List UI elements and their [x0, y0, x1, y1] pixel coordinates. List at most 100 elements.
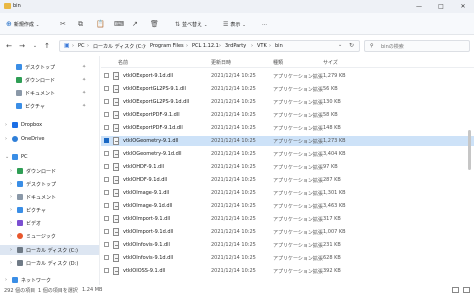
sidebar-item-downloads-quick[interactable]: ダウンロード ✦	[0, 75, 99, 85]
scrollbar-thumb[interactable]	[468, 130, 471, 170]
row-checkbox[interactable]	[104, 255, 109, 260]
table-row[interactable]: vtkIOInfovis-9.1d.dll 2021/12/14 10:25 アプリ…	[101, 253, 474, 263]
search-input[interactable]	[381, 42, 467, 51]
table-row[interactable]: vtkIOImport-9.1.dll 2021/12/14 10:25 アプリケー…	[101, 214, 474, 224]
tiles-view-button[interactable]	[463, 287, 470, 293]
up-button[interactable]: ↑	[43, 42, 51, 50]
row-checkbox[interactable]	[104, 138, 109, 143]
row-checkbox[interactable]	[104, 216, 109, 221]
sidebar-item-pictures-quick[interactable]: ピクチャ ✦	[0, 101, 99, 111]
row-checkbox[interactable]	[104, 125, 109, 130]
sidebar-item-d-drive[interactable]: › ローカル ディスク (D:)	[0, 258, 99, 268]
column-header-type[interactable]: 種類	[273, 59, 283, 66]
breadcrumb-pc[interactable]: PC	[78, 43, 85, 49]
row-checkbox[interactable]	[104, 268, 109, 273]
table-row[interactable]: vtkIOExport-9.1d.dll 2021/12/14 10:25 アプリケ…	[101, 71, 474, 81]
sidebar-item-music[interactable]: › ミュージック	[0, 231, 99, 241]
back-button[interactable]: ←	[5, 42, 13, 50]
table-row[interactable]: vtkIOHDF-9.1d.dll 2021/12/14 10:25 アプリケーショ…	[101, 175, 474, 185]
table-row[interactable]: vtkIOExportGL2PS-9.1.dll 2021/12/14 10:25…	[101, 84, 474, 94]
table-row[interactable]: vtkIOGeometry-9.1.dll 2021/12/14 10:25 アプリ…	[101, 136, 474, 146]
sidebar-item-c-drive[interactable]: › ローカル ディスク (C:)	[0, 245, 99, 255]
details-view-button[interactable]	[452, 287, 459, 293]
sidebar-item-onedrive[interactable]: › OneDrive	[0, 134, 99, 144]
chevron-right-icon: ›	[219, 43, 221, 49]
sidebar-item-videos[interactable]: › ビデオ	[0, 218, 99, 228]
share-button[interactable]: ↗	[132, 19, 138, 29]
refresh-icon[interactable]: ↻	[349, 42, 354, 49]
row-checkbox[interactable]	[104, 177, 109, 182]
recent-locations-button[interactable]: ⌄	[31, 42, 39, 50]
sidebar-item-desktop[interactable]: › デスクトップ	[0, 179, 99, 189]
row-checkbox[interactable]	[104, 229, 109, 234]
row-checkbox[interactable]	[104, 242, 109, 247]
row-checkbox[interactable]	[104, 86, 109, 91]
breadcrumb-c-drive[interactable]: ローカル ディスク (C:)	[93, 43, 145, 50]
sidebar-item-desktop-quick[interactable]: デスクトップ ✦	[0, 62, 99, 72]
more-button[interactable]: …	[262, 19, 267, 29]
breadcrumb-bin[interactable]: bin	[275, 43, 283, 49]
table-row[interactable]: vtkIOGeometry-9.1d.dll 2021/12/14 10:25 アプ…	[101, 149, 474, 159]
breadcrumb-pcl[interactable]: PCL 1.12.1	[192, 43, 219, 49]
rename-button[interactable]: ⌨	[114, 19, 124, 29]
delete-button[interactable]: 🗑	[150, 19, 159, 29]
close-button[interactable]: ✕	[452, 0, 474, 13]
breadcrumb-program-files[interactable]: Program Files	[150, 43, 184, 49]
column-header-size[interactable]: サイズ	[323, 59, 338, 66]
table-row[interactable]: vtkIOInfovis-9.1.dll 2021/12/14 10:25 アプリケ…	[101, 240, 474, 250]
file-date: 2021/12/14 10:25	[211, 73, 256, 79]
table-row[interactable]: vtkIOImage-9.1.dll 2021/12/14 10:25 アプリケーシ…	[101, 188, 474, 198]
table-row[interactable]: vtkIOIOSS-9.1.dll 2021/12/14 10:25 アプリケーショ…	[101, 266, 474, 276]
column-header-name[interactable]: 名前	[118, 59, 128, 66]
file-type: アプリケーション拡張	[273, 230, 323, 236]
chevron-right-icon: ›	[10, 220, 12, 226]
breadcrumb-3rdparty[interactable]: 3rdParty	[225, 43, 246, 49]
sidebar-item-label: ローカル ディスク (C:)	[26, 248, 78, 254]
music-icon	[17, 233, 23, 239]
file-date: 2021/12/14 10:25	[211, 242, 256, 248]
file-type: アプリケーション拡張	[273, 165, 323, 171]
sidebar-item-documents[interactable]: › ドキュメント	[0, 192, 99, 202]
row-checkbox[interactable]	[104, 151, 109, 156]
minimize-button[interactable]: —	[408, 0, 430, 13]
chevron-down-icon[interactable]: ⌄	[338, 42, 342, 48]
breadcrumb[interactable]: ▣ › PC › ローカル ディスク (C:) › Program Files …	[59, 40, 360, 52]
file-type: アプリケーション拡張	[273, 152, 323, 158]
sidebar-item-pc[interactable]: ⌄ PC	[0, 152, 99, 162]
row-checkbox[interactable]	[104, 164, 109, 169]
sidebar-item-network[interactable]: › ネットワーク	[0, 275, 99, 285]
copy-button[interactable]: ⧉	[78, 19, 83, 29]
sidebar-item-pictures[interactable]: › ピクチャ	[0, 205, 99, 215]
column-header-date[interactable]: 更新日時	[211, 59, 231, 66]
row-checkbox[interactable]	[104, 190, 109, 195]
view-button[interactable]: ☰ 表示 ⌄	[223, 19, 246, 29]
table-row[interactable]: vtkIOExportPDF-9.1.dll 2021/12/14 10:25 アプ…	[101, 110, 474, 120]
sidebar-item-documents-quick[interactable]: ドキュメント ✦	[0, 88, 99, 98]
table-row[interactable]: vtkIOImage-9.1d.dll 2021/12/14 10:25 アプリケー…	[101, 201, 474, 211]
row-checkbox[interactable]	[104, 112, 109, 117]
vertical-scrollbar[interactable]	[468, 70, 471, 280]
file-date: 2021/12/14 10:25	[211, 138, 256, 144]
maximize-button[interactable]: □	[430, 0, 452, 13]
breadcrumb-vtk[interactable]: VTK	[257, 43, 267, 49]
table-row[interactable]: vtkIOImport-9.1d.dll 2021/12/14 10:25 アプリケ…	[101, 227, 474, 237]
row-checkbox[interactable]	[104, 203, 109, 208]
file-type: アプリケーション拡張	[273, 204, 323, 210]
rename-icon: ⌨	[114, 20, 125, 28]
search-box[interactable]: ⚲	[364, 40, 470, 52]
row-checkbox[interactable]	[104, 99, 109, 104]
new-button[interactable]: ⊕ 新規作成 ⌄	[6, 19, 39, 29]
table-row[interactable]: vtkIOHDF-9.1.dll 2021/12/14 10:25 アプリケーション…	[101, 162, 474, 172]
table-row[interactable]: vtkIOExportGL2PS-9.1d.dll 2021/12/14 10:2…	[101, 97, 474, 107]
command-bar: ⊕ 新規作成 ⌄ ✂ ⧉ 📋 ⌨ ↗ 🗑 ⇅ 並べ替え ⌄ ☰ 表示 ⌄ …	[0, 13, 474, 35]
paste-button[interactable]: 📋	[96, 19, 105, 29]
file-name: vtkIOInfovis-9.1d.dll	[123, 255, 174, 261]
cut-button[interactable]: ✂	[60, 19, 66, 29]
file-size: 3,463 KB	[323, 203, 346, 209]
forward-button[interactable]: →	[18, 42, 26, 50]
row-checkbox[interactable]	[104, 73, 109, 78]
sidebar-item-downloads[interactable]: › ダウンロード	[0, 166, 99, 176]
table-row[interactable]: vtkIOExportPDF-9.1d.dll 2021/12/14 10:25 ア…	[101, 123, 474, 133]
sort-button[interactable]: ⇅ 並べ替え ⌄	[175, 19, 207, 29]
sidebar-item-dropbox[interactable]: › Dropbox	[0, 120, 99, 130]
